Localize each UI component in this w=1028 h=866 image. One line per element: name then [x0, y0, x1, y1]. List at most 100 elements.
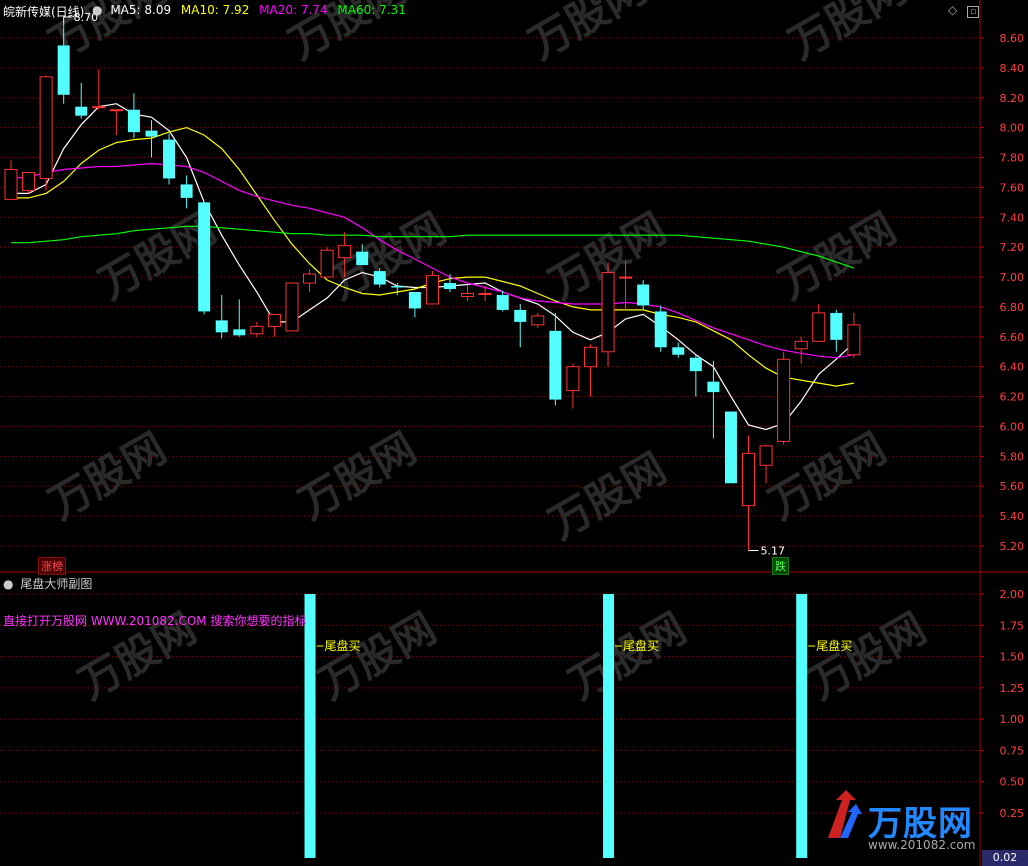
ma20-label: MA20: 7.74	[259, 3, 328, 17]
price-tick-label: 7.20	[1000, 241, 1025, 254]
candle-body	[444, 283, 456, 290]
candle-body	[320, 249, 334, 278]
candle-body	[109, 109, 123, 112]
candle	[163, 133, 176, 185]
candle-body	[724, 411, 737, 484]
sub-tick-label: 0.75	[1000, 744, 1025, 757]
sub-tick-label: 1.00	[1000, 713, 1025, 726]
restore-icon[interactable]: ▫	[967, 6, 980, 18]
candle-body	[4, 168, 18, 200]
candle-body	[425, 275, 439, 305]
candle	[601, 262, 615, 367]
sub-panel-legend: ● 尾盘大师副图	[3, 575, 98, 592]
candle-body	[233, 329, 246, 336]
ma10-label: MA10: 7.92	[180, 3, 250, 17]
price-tick-label: 8.20	[1000, 92, 1025, 105]
low-marker-label: 5.17	[761, 544, 786, 557]
sub-tick-label: 0.50	[1000, 776, 1025, 789]
candle	[39, 75, 53, 191]
candle-body	[478, 292, 492, 295]
candle-body	[759, 445, 773, 466]
candle-body	[777, 358, 791, 442]
signal-bar	[796, 594, 808, 858]
chevron-down-icon[interactable]: ●	[3, 577, 13, 591]
sub-tick-label: 1.25	[1000, 682, 1025, 695]
signal-bar	[304, 594, 316, 858]
limit-up-tag: 涨榜	[38, 557, 66, 575]
candle-body	[163, 139, 176, 179]
candle-body	[198, 202, 211, 312]
price-tick-label: 6.00	[1000, 420, 1025, 433]
candle-body	[391, 286, 404, 288]
candle-body	[92, 106, 106, 109]
stock-title: 皖新传媒(日线)	[3, 5, 85, 19]
price-tick-label: 5.20	[1000, 540, 1025, 553]
ma60-label: MA60: 7.31	[337, 3, 406, 17]
brand-url: www.201082.com	[868, 838, 976, 852]
signal-label: 尾盘买	[325, 638, 361, 653]
candle-body	[830, 312, 843, 340]
sub-panel-title: 尾盘大师副图	[20, 577, 93, 591]
candle-body	[303, 273, 317, 284]
candle-body	[812, 312, 826, 342]
candle-body	[285, 282, 299, 332]
candle	[22, 171, 36, 194]
candle-body	[338, 245, 352, 259]
price-tick-label: 5.60	[1000, 480, 1025, 493]
candle-body	[601, 272, 615, 353]
diamond-icon[interactable]: ◇	[948, 3, 957, 17]
signal-bar	[603, 594, 615, 858]
candle	[198, 202, 211, 315]
signal-label: 尾盘买	[816, 638, 852, 653]
price-tick-label: 6.60	[1000, 331, 1025, 344]
price-tick-label: 6.20	[1000, 391, 1025, 404]
candle-body	[654, 311, 667, 348]
candle	[637, 280, 650, 310]
ma-legend: ● MA5: 8.09 MA10: 7.92 MA20: 7.74 MA60: …	[92, 3, 412, 17]
price-tick-label: 5.40	[1000, 510, 1025, 523]
candle-body	[637, 284, 650, 306]
candle-body	[127, 109, 140, 133]
window-controls: ◇ ▫	[948, 3, 985, 18]
price-tick-label: 7.60	[1000, 181, 1025, 194]
candle-body	[57, 45, 70, 95]
price-tick-label: 8.00	[1000, 122, 1025, 135]
candle-body	[39, 76, 53, 179]
candle-body	[267, 313, 281, 327]
candle-body	[794, 340, 808, 350]
sub-tick-label: 0.25	[1000, 807, 1025, 820]
candle	[724, 411, 737, 484]
candle-body	[461, 292, 475, 297]
candle-body	[145, 130, 158, 137]
price-tick-label: 7.80	[1000, 152, 1025, 165]
candle-body	[22, 171, 36, 191]
price-tick-label: 7.40	[1000, 211, 1025, 224]
candle-body	[847, 324, 861, 356]
price-tick-label: 7.00	[1000, 271, 1025, 284]
price-tick-label: 6.40	[1000, 361, 1025, 374]
candle-body	[75, 106, 88, 116]
price-tick-label: 5.80	[1000, 450, 1025, 463]
candle-body	[356, 251, 369, 266]
main-legend: 皖新传媒(日线)	[3, 3, 90, 20]
sub-tick-label: 1.50	[1000, 651, 1025, 664]
ad-text[interactable]: 直接打开万股网 WWW.201082.COM 搜索你想要的指标	[3, 612, 306, 629]
candle-body	[408, 292, 421, 309]
candle-body	[566, 366, 580, 392]
candle-body	[549, 330, 562, 400]
candle-body	[373, 271, 386, 285]
price-tick-label: 6.80	[1000, 301, 1025, 314]
sub-tick-label: 1.75	[1000, 619, 1025, 632]
ma-dot-icon[interactable]: ●	[92, 3, 102, 17]
candle	[320, 247, 334, 278]
candle-body	[531, 315, 545, 326]
candle-body	[707, 381, 720, 393]
price-tick-label: 8.60	[1000, 32, 1025, 45]
candle	[654, 305, 667, 352]
stock-chart: 万股网 万股网 万股网 万股网万股网 万股网 万股网 万股网万股网 万股网 万股网 万股网万股网万…	[0, 0, 1028, 866]
price-tick-label: 8.40	[1000, 62, 1025, 75]
candle-body	[689, 357, 702, 372]
candle-body	[250, 325, 264, 335]
candle	[777, 351, 791, 445]
signal-label: 尾盘买	[623, 638, 659, 653]
